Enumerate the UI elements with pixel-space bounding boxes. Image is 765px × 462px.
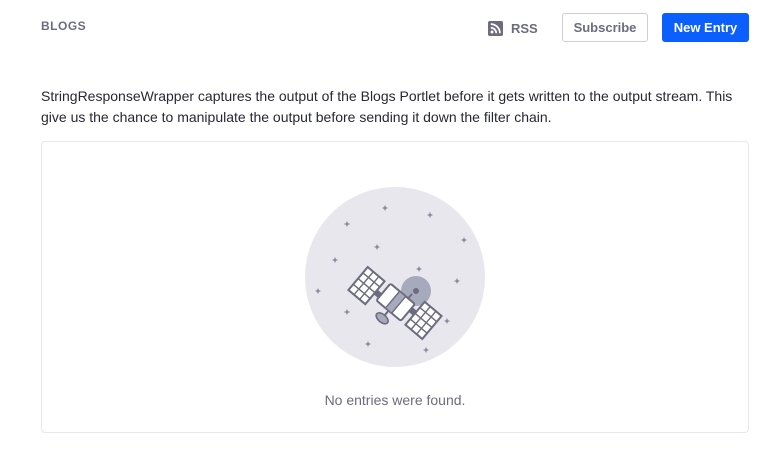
empty-state-card: No entries were found. — [41, 141, 749, 433]
subscribe-button[interactable]: Subscribe — [562, 13, 648, 42]
portlet-title: BLOGS — [41, 19, 87, 33]
blogs-portlet: BLOGS RSS Subscribe New Entry StringResp… — [0, 0, 765, 462]
empty-state-message: No entries were found. — [324, 392, 466, 408]
rss-link[interactable]: RSS — [488, 19, 538, 37]
intro-text: StringResponseWrapper captures the outpu… — [41, 88, 733, 125]
satellite-icon — [305, 187, 485, 367]
new-entry-button[interactable]: New Entry — [662, 13, 749, 42]
rss-icon — [488, 20, 503, 36]
rss-label: RSS — [511, 20, 538, 36]
